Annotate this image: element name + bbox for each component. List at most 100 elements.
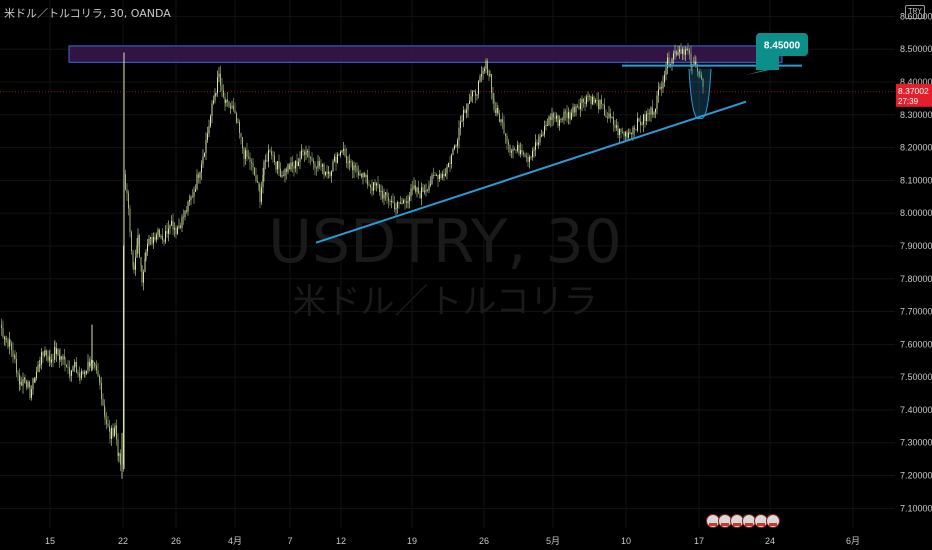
candle-body (511, 151, 512, 153)
candle-body (566, 112, 568, 119)
candle-body (664, 74, 665, 83)
candle-body (278, 161, 280, 169)
projection-arc[interactable] (688, 68, 712, 120)
candle-body (596, 100, 598, 101)
candle-body (661, 86, 662, 89)
candle-body (377, 183, 379, 185)
candle-body (215, 92, 217, 95)
price-axis[interactable]: 8.600008.500008.400008.300008.200008.100… (896, 11, 932, 513)
candle-body (571, 112, 572, 120)
candle-body (616, 125, 617, 128)
candle-body (577, 106, 578, 107)
candle-body (694, 61, 696, 65)
candle-body (586, 96, 587, 104)
candle-body (36, 371, 37, 379)
candle-body (41, 352, 42, 365)
candle-body (620, 128, 622, 132)
candle-body (104, 414, 106, 420)
candle-body (583, 99, 584, 103)
candle-body (687, 49, 689, 51)
candle-body (637, 118, 638, 131)
candle-body (380, 190, 382, 192)
candle-body (346, 155, 347, 163)
candle-body (128, 193, 129, 209)
candle-body (177, 227, 178, 235)
candle-body (391, 201, 392, 202)
candle-body (613, 117, 614, 125)
candle-body (659, 86, 661, 90)
candle-body (172, 220, 174, 230)
candle-body (143, 271, 144, 283)
candle-body (26, 380, 27, 388)
candle-body (644, 114, 646, 122)
candle-body (47, 355, 49, 361)
time-tick-label: 15 (45, 536, 55, 546)
candle-body (296, 161, 298, 167)
currency-badge[interactable]: TRY (905, 5, 925, 19)
candle-body (404, 200, 406, 202)
candle-body (542, 134, 544, 136)
candle-body (157, 229, 159, 235)
event-markers[interactable] (706, 514, 780, 528)
candle-body (419, 193, 421, 199)
candle-body (452, 149, 454, 155)
candle-body (304, 151, 305, 155)
candle-body (249, 157, 251, 162)
candle-body (460, 121, 461, 129)
candle-body (650, 107, 652, 115)
candle-body (337, 154, 338, 163)
price-tick-label: 7.60000 (900, 339, 932, 349)
candle-body (488, 74, 490, 76)
candle-body (87, 361, 89, 371)
candle-body (392, 201, 394, 203)
candle-body (398, 202, 400, 203)
candle-body (614, 124, 616, 128)
candle-body (625, 132, 626, 137)
candle-body (361, 173, 362, 178)
candle-body (484, 68, 485, 71)
candle-body (655, 108, 656, 113)
candle-body (57, 348, 59, 356)
candle-body (574, 106, 575, 113)
candle-body (424, 191, 425, 193)
candle-body (137, 235, 139, 246)
candle-body (1, 324, 2, 328)
candle-body (593, 96, 595, 103)
candle-body (181, 216, 183, 228)
price-chart[interactable]: USDTRY, 30 米ドル／トルコリラ 8.45000 8.600008.50… (0, 0, 932, 550)
candle-body (526, 156, 527, 158)
candle-body (544, 125, 545, 135)
candle-body (349, 161, 350, 163)
candle-body (42, 352, 44, 356)
price-tick-label: 8.50000 (900, 44, 932, 54)
candle-body (233, 105, 234, 110)
candle-body (79, 376, 81, 378)
candle-body (365, 175, 367, 177)
candle-body (605, 115, 607, 118)
candle-body (413, 185, 415, 189)
time-axis[interactable]: 15 22 26 4月 7 12 19 26 5月 10 17 24 6月 (45, 536, 860, 546)
candle-body (94, 364, 96, 366)
candle-body (533, 149, 535, 152)
candle-body (397, 202, 398, 208)
candle-body (254, 167, 255, 176)
candle-body (466, 109, 467, 113)
candle-body (524, 154, 526, 157)
candle-body (353, 165, 355, 171)
candle-body (21, 381, 22, 386)
candle-body (565, 111, 566, 113)
candle-body (165, 231, 166, 242)
candle-body (535, 142, 536, 150)
candle-body (595, 100, 596, 103)
candle-body (638, 118, 640, 122)
candle-body (248, 156, 249, 158)
candle-body (84, 371, 86, 374)
candle-body (500, 119, 502, 123)
candle-body (271, 151, 272, 156)
current-price-value: 8.37002 (898, 86, 929, 96)
candle-body (617, 125, 619, 135)
candle-body (9, 339, 11, 344)
candle-body (631, 132, 632, 135)
candle-body (184, 210, 186, 218)
candle-body (442, 174, 443, 178)
